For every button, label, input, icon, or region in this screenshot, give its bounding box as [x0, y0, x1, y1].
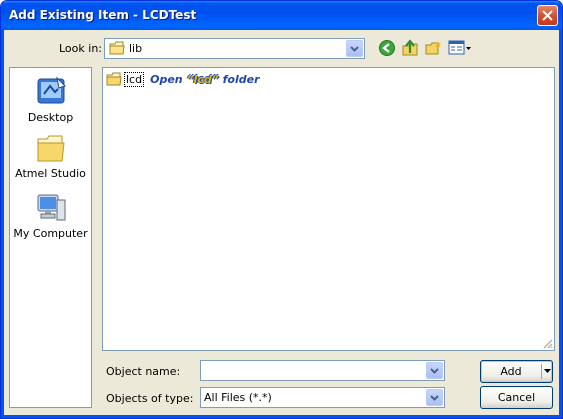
- close-button[interactable]: [537, 5, 558, 26]
- dropdown-arrow-icon[interactable]: [544, 369, 551, 373]
- back-icon[interactable]: [378, 39, 396, 57]
- annotation-highlight: “lcd”: [186, 72, 219, 86]
- my-computer-icon: [37, 194, 65, 221]
- folder-icon: [106, 72, 122, 86]
- add-existing-item-dialog: Add Existing Item - LCDTest Look in: lib: [0, 0, 563, 419]
- folder-icon: [37, 135, 65, 162]
- window-frame-right: [559, 30, 562, 418]
- look-in-dropdown-button[interactable]: [346, 40, 363, 57]
- cancel-button[interactable]: Cancel: [480, 386, 553, 409]
- annotation-prefix: Open: [150, 72, 187, 86]
- objects-of-type-label: Objects of type:: [106, 392, 194, 405]
- place-atmel-studio[interactable]: Atmel Studio: [10, 134, 91, 180]
- place-label: Desktop: [27, 111, 74, 124]
- split-divider: [541, 364, 542, 379]
- close-icon: [542, 10, 553, 21]
- objects-of-type-value: All Files (*.*): [204, 391, 272, 404]
- object-name-label: Object name:: [106, 365, 181, 378]
- place-desktop[interactable]: Desktop: [10, 76, 91, 124]
- object-name-input[interactable]: [200, 360, 445, 381]
- add-button[interactable]: Add: [480, 360, 553, 383]
- view-menu-icon[interactable]: [448, 39, 472, 57]
- objects-of-type-dropdown-button[interactable]: [426, 389, 443, 406]
- object-name-dropdown-button[interactable]: [426, 362, 443, 379]
- place-my-computer[interactable]: My Computer: [10, 192, 91, 240]
- list-item[interactable]: lcd Open “lcd” folder: [106, 71, 260, 87]
- chevron-down-icon: [430, 367, 439, 374]
- resize-grip-icon[interactable]: [541, 337, 553, 349]
- up-one-level-icon[interactable]: [401, 39, 419, 57]
- look-in-dropdown[interactable]: lib: [104, 38, 365, 59]
- window-title: Add Existing Item - LCDTest: [9, 8, 197, 22]
- place-label: Atmel Studio: [15, 167, 86, 180]
- window-frame-bottom: [1, 415, 562, 418]
- title-bar[interactable]: Add Existing Item - LCDTest: [1, 1, 562, 30]
- desktop-icon: [37, 76, 66, 104]
- place-label: My Computer: [13, 227, 88, 240]
- add-button-label: Add: [500, 365, 522, 378]
- window-frame-left: [1, 30, 4, 418]
- look-in-value: lib: [129, 42, 143, 55]
- file-list[interactable]: lcd Open “lcd” folder: [102, 67, 555, 351]
- annotation-callout: Open “lcd” folder: [150, 73, 259, 86]
- file-name: lcd: [124, 71, 145, 87]
- chevron-down-icon: [350, 45, 359, 52]
- new-folder-icon[interactable]: [425, 39, 443, 57]
- annotation-suffix: folder: [218, 72, 260, 86]
- look-in-label: Look in:: [59, 42, 102, 55]
- folder-icon: [109, 41, 125, 55]
- places-bar: Desktop Atmel Studio My Computer: [9, 67, 92, 408]
- chevron-down-icon: [430, 394, 439, 401]
- objects-of-type-dropdown[interactable]: All Files (*.*): [200, 387, 445, 408]
